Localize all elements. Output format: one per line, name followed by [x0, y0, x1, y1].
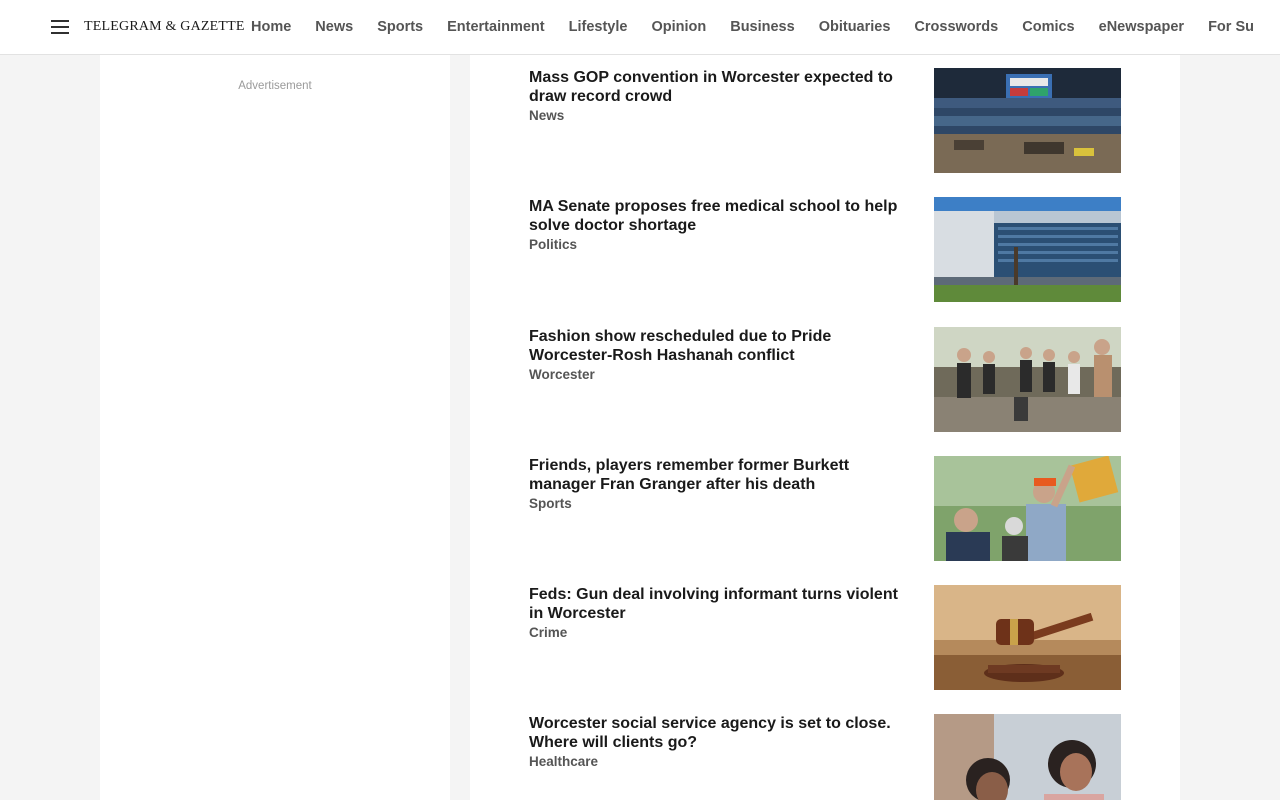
- story-item: Friends, players remember former Burkett…: [529, 456, 1121, 561]
- story-text: Fashion show rescheduled due to Pride Wo…: [529, 327, 909, 432]
- story-category[interactable]: Politics: [529, 237, 909, 252]
- arena-photo[interactable]: [934, 68, 1121, 173]
- nav-news[interactable]: News: [303, 0, 365, 54]
- story-category[interactable]: Sports: [529, 496, 909, 511]
- nav-business[interactable]: Business: [718, 0, 806, 54]
- nav-entertainment[interactable]: Entertainment: [435, 0, 557, 54]
- medical-building-photo[interactable]: [934, 197, 1121, 302]
- nav-home[interactable]: Home: [239, 0, 303, 54]
- story-headline[interactable]: Fashion show rescheduled due to Pride Wo…: [529, 328, 909, 365]
- story-headline[interactable]: Feds: Gun deal involving informant turns…: [529, 586, 909, 623]
- story-item: Worcester social service agency is set t…: [529, 714, 1121, 800]
- nav-crosswords[interactable]: Crosswords: [902, 0, 1010, 54]
- story-text: MA Senate proposes free medical school t…: [529, 197, 909, 302]
- story-list: Mass GOP convention in Worcester expecte…: [470, 55, 1180, 800]
- story-text: Worcester social service agency is set t…: [529, 714, 909, 800]
- story-headline[interactable]: MA Senate proposes free medical school t…: [529, 198, 909, 235]
- story-headline[interactable]: Worcester social service agency is set t…: [529, 715, 909, 752]
- nav-obituaries[interactable]: Obituaries: [807, 0, 903, 54]
- story-category[interactable]: Crime: [529, 625, 909, 640]
- people-photo[interactable]: [934, 714, 1121, 800]
- nav-lifestyle[interactable]: Lifestyle: [557, 0, 640, 54]
- story-text: Friends, players remember former Burkett…: [529, 456, 909, 561]
- nav-enewspaper[interactable]: eNewspaper: [1087, 0, 1196, 54]
- story-item: Feds: Gun deal involving informant turns…: [529, 585, 1121, 690]
- nav-for-subscribers[interactable]: For Su: [1196, 0, 1266, 54]
- main-nav: Home News Sports Entertainment Lifestyle…: [239, 0, 1266, 54]
- menu-icon[interactable]: [51, 20, 69, 34]
- sidebar-ad-column: Advertisement: [100, 55, 450, 800]
- celebration-photo[interactable]: [934, 456, 1121, 561]
- nav-sports[interactable]: Sports: [365, 0, 435, 54]
- story-text: Feds: Gun deal involving informant turns…: [529, 585, 909, 690]
- ad-label: Advertisement: [238, 80, 312, 92]
- gavel-photo[interactable]: [934, 585, 1121, 690]
- story-item: Fashion show rescheduled due to Pride Wo…: [529, 327, 1121, 432]
- story-category[interactable]: News: [529, 108, 909, 123]
- story-category[interactable]: Healthcare: [529, 754, 909, 769]
- site-header: TELEGRAM & GAZETTE Home News Sports Ente…: [0, 0, 1280, 55]
- story-item: Mass GOP convention in Worcester expecte…: [529, 68, 1121, 173]
- story-headline[interactable]: Mass GOP convention in Worcester expecte…: [529, 69, 909, 106]
- story-text: Mass GOP convention in Worcester expecte…: [529, 68, 909, 173]
- story-category[interactable]: Worcester: [529, 367, 909, 382]
- group-photo[interactable]: [934, 327, 1121, 432]
- story-item: MA Senate proposes free medical school t…: [529, 197, 1121, 302]
- nav-opinion[interactable]: Opinion: [639, 0, 718, 54]
- story-headline[interactable]: Friends, players remember former Burkett…: [529, 457, 909, 494]
- nav-comics[interactable]: Comics: [1010, 0, 1086, 54]
- site-logo[interactable]: TELEGRAM & GAZETTE: [84, 19, 245, 35]
